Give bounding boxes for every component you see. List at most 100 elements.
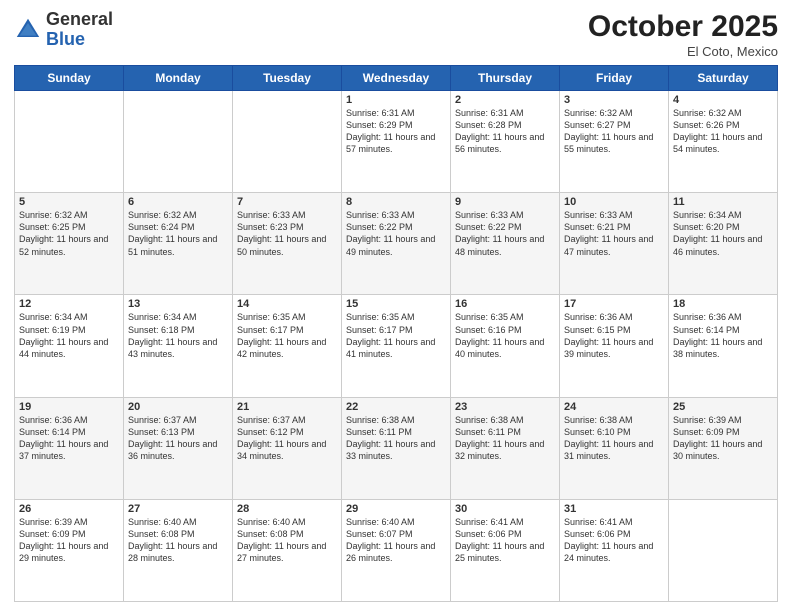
day-info: Sunrise: 6:32 AMSunset: 6:27 PMDaylight:… [564,107,664,156]
day-info: Sunrise: 6:33 AMSunset: 6:22 PMDaylight:… [455,209,555,258]
day-header-friday: Friday [560,66,669,91]
logo-general: General [46,9,113,29]
day-info: Sunrise: 6:38 AMSunset: 6:10 PMDaylight:… [564,414,664,463]
calendar-cell: 12Sunrise: 6:34 AMSunset: 6:19 PMDayligh… [15,295,124,397]
day-number: 22 [346,401,446,413]
calendar-week-0: 1Sunrise: 6:31 AMSunset: 6:29 PMDaylight… [15,91,778,193]
day-number: 18 [673,298,773,310]
day-info: Sunrise: 6:34 AMSunset: 6:19 PMDaylight:… [19,311,119,360]
day-number: 1 [346,94,446,106]
day-number: 17 [564,298,664,310]
calendar-cell: 5Sunrise: 6:32 AMSunset: 6:25 PMDaylight… [15,193,124,295]
day-number: 29 [346,503,446,515]
day-number: 13 [128,298,228,310]
day-info: Sunrise: 6:40 AMSunset: 6:08 PMDaylight:… [128,516,228,565]
calendar-cell: 30Sunrise: 6:41 AMSunset: 6:06 PMDayligh… [451,499,560,601]
calendar-cell: 8Sunrise: 6:33 AMSunset: 6:22 PMDaylight… [342,193,451,295]
day-number: 28 [237,503,337,515]
day-number: 24 [564,401,664,413]
day-number: 30 [455,503,555,515]
calendar-cell: 24Sunrise: 6:38 AMSunset: 6:10 PMDayligh… [560,397,669,499]
calendar-cell: 1Sunrise: 6:31 AMSunset: 6:29 PMDaylight… [342,91,451,193]
calendar-cell: 28Sunrise: 6:40 AMSunset: 6:08 PMDayligh… [233,499,342,601]
calendar-cell [233,91,342,193]
day-header-wednesday: Wednesday [342,66,451,91]
day-info: Sunrise: 6:35 AMSunset: 6:17 PMDaylight:… [237,311,337,360]
day-header-monday: Monday [124,66,233,91]
day-info: Sunrise: 6:32 AMSunset: 6:24 PMDaylight:… [128,209,228,258]
calendar-cell: 14Sunrise: 6:35 AMSunset: 6:17 PMDayligh… [233,295,342,397]
day-number: 23 [455,401,555,413]
calendar-cell: 11Sunrise: 6:34 AMSunset: 6:20 PMDayligh… [669,193,778,295]
calendar-cell: 29Sunrise: 6:40 AMSunset: 6:07 PMDayligh… [342,499,451,601]
calendar-cell: 18Sunrise: 6:36 AMSunset: 6:14 PMDayligh… [669,295,778,397]
day-number: 6 [128,196,228,208]
day-header-sunday: Sunday [15,66,124,91]
calendar-cell [15,91,124,193]
day-info: Sunrise: 6:38 AMSunset: 6:11 PMDaylight:… [346,414,446,463]
calendar-table: SundayMondayTuesdayWednesdayThursdayFrid… [14,65,778,602]
day-number: 9 [455,196,555,208]
day-number: 11 [673,196,773,208]
day-info: Sunrise: 6:33 AMSunset: 6:21 PMDaylight:… [564,209,664,258]
day-info: Sunrise: 6:40 AMSunset: 6:07 PMDaylight:… [346,516,446,565]
calendar-week-4: 26Sunrise: 6:39 AMSunset: 6:09 PMDayligh… [15,499,778,601]
day-info: Sunrise: 6:32 AMSunset: 6:25 PMDaylight:… [19,209,119,258]
calendar-cell: 21Sunrise: 6:37 AMSunset: 6:12 PMDayligh… [233,397,342,499]
day-number: 3 [564,94,664,106]
location: El Coto, Mexico [588,44,778,59]
calendar-cell: 20Sunrise: 6:37 AMSunset: 6:13 PMDayligh… [124,397,233,499]
day-info: Sunrise: 6:34 AMSunset: 6:20 PMDaylight:… [673,209,773,258]
day-info: Sunrise: 6:38 AMSunset: 6:11 PMDaylight:… [455,414,555,463]
day-info: Sunrise: 6:40 AMSunset: 6:08 PMDaylight:… [237,516,337,565]
day-number: 12 [19,298,119,310]
day-info: Sunrise: 6:31 AMSunset: 6:29 PMDaylight:… [346,107,446,156]
day-info: Sunrise: 6:33 AMSunset: 6:23 PMDaylight:… [237,209,337,258]
page: General Blue October 2025 El Coto, Mexic… [0,0,792,612]
calendar-cell: 2Sunrise: 6:31 AMSunset: 6:28 PMDaylight… [451,91,560,193]
calendar-cell: 19Sunrise: 6:36 AMSunset: 6:14 PMDayligh… [15,397,124,499]
day-info: Sunrise: 6:39 AMSunset: 6:09 PMDaylight:… [19,516,119,565]
day-number: 8 [346,196,446,208]
calendar-cell [124,91,233,193]
calendar-week-1: 5Sunrise: 6:32 AMSunset: 6:25 PMDaylight… [15,193,778,295]
day-number: 2 [455,94,555,106]
calendar-week-3: 19Sunrise: 6:36 AMSunset: 6:14 PMDayligh… [15,397,778,499]
month-title: October 2025 [588,10,778,44]
day-number: 27 [128,503,228,515]
calendar-cell: 15Sunrise: 6:35 AMSunset: 6:17 PMDayligh… [342,295,451,397]
calendar-cell: 31Sunrise: 6:41 AMSunset: 6:06 PMDayligh… [560,499,669,601]
calendar-cell: 13Sunrise: 6:34 AMSunset: 6:18 PMDayligh… [124,295,233,397]
day-info: Sunrise: 6:34 AMSunset: 6:18 PMDaylight:… [128,311,228,360]
day-info: Sunrise: 6:37 AMSunset: 6:12 PMDaylight:… [237,414,337,463]
day-number: 4 [673,94,773,106]
logo-icon [14,16,42,44]
logo: General Blue [14,10,113,50]
day-info: Sunrise: 6:33 AMSunset: 6:22 PMDaylight:… [346,209,446,258]
day-number: 15 [346,298,446,310]
day-info: Sunrise: 6:36 AMSunset: 6:14 PMDaylight:… [673,311,773,360]
day-header-thursday: Thursday [451,66,560,91]
calendar-cell: 17Sunrise: 6:36 AMSunset: 6:15 PMDayligh… [560,295,669,397]
calendar-cell: 27Sunrise: 6:40 AMSunset: 6:08 PMDayligh… [124,499,233,601]
day-number: 26 [19,503,119,515]
title-area: October 2025 El Coto, Mexico [588,10,778,59]
day-number: 31 [564,503,664,515]
calendar-cell: 4Sunrise: 6:32 AMSunset: 6:26 PMDaylight… [669,91,778,193]
calendar-week-2: 12Sunrise: 6:34 AMSunset: 6:19 PMDayligh… [15,295,778,397]
day-info: Sunrise: 6:36 AMSunset: 6:15 PMDaylight:… [564,311,664,360]
day-number: 16 [455,298,555,310]
calendar-cell: 9Sunrise: 6:33 AMSunset: 6:22 PMDaylight… [451,193,560,295]
calendar-cell: 25Sunrise: 6:39 AMSunset: 6:09 PMDayligh… [669,397,778,499]
day-info: Sunrise: 6:32 AMSunset: 6:26 PMDaylight:… [673,107,773,156]
day-number: 14 [237,298,337,310]
header: General Blue October 2025 El Coto, Mexic… [14,10,778,59]
calendar-cell: 3Sunrise: 6:32 AMSunset: 6:27 PMDaylight… [560,91,669,193]
day-number: 5 [19,196,119,208]
day-info: Sunrise: 6:31 AMSunset: 6:28 PMDaylight:… [455,107,555,156]
calendar-cell: 10Sunrise: 6:33 AMSunset: 6:21 PMDayligh… [560,193,669,295]
day-number: 19 [19,401,119,413]
day-info: Sunrise: 6:41 AMSunset: 6:06 PMDaylight:… [455,516,555,565]
header-row: SundayMondayTuesdayWednesdayThursdayFrid… [15,66,778,91]
day-header-saturday: Saturday [669,66,778,91]
